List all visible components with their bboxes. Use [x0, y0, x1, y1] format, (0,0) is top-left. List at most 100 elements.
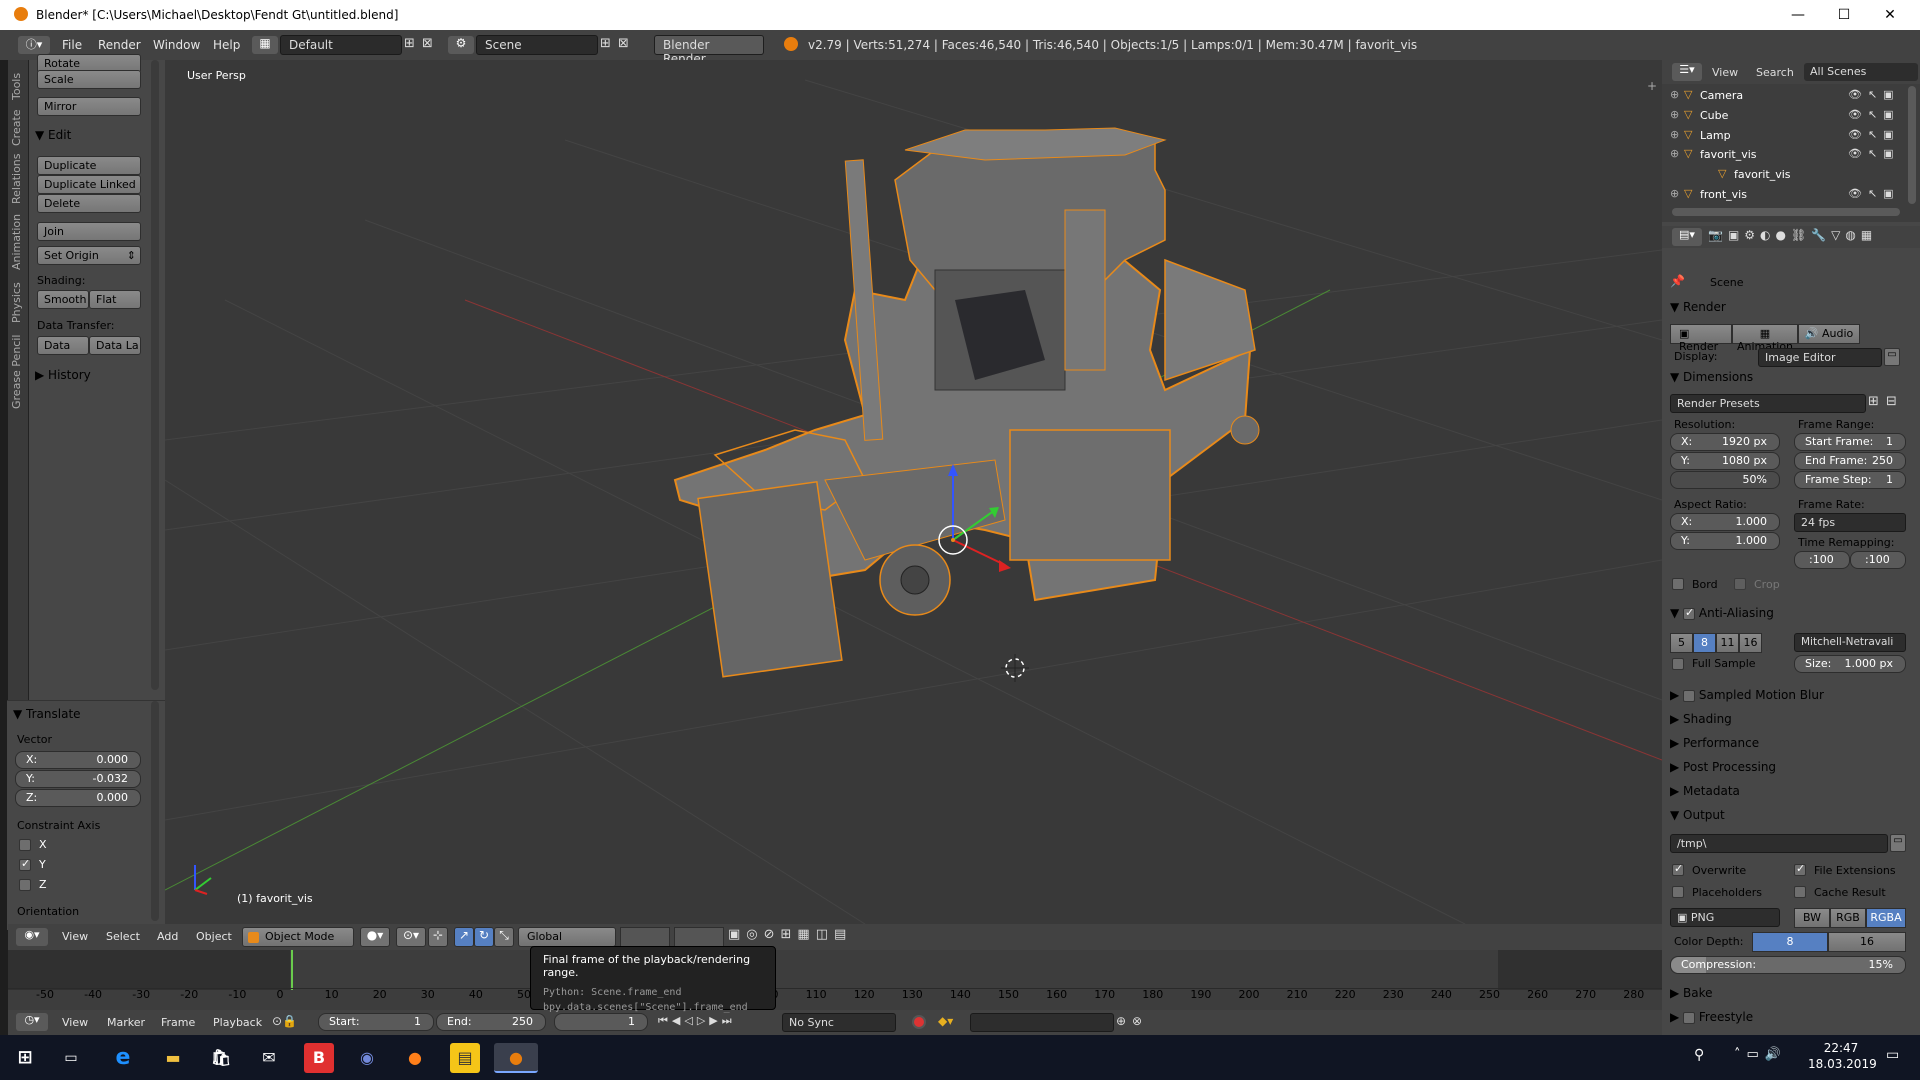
smooth-button[interactable]: Smooth: [37, 290, 89, 309]
store-icon[interactable]: 🛍: [206, 1043, 236, 1073]
viewport-plus-icon[interactable]: +: [1647, 79, 1657, 93]
3d-cursor[interactable]: [1001, 654, 1029, 682]
remap-old-field[interactable]: :100: [1794, 551, 1850, 569]
folder-icon[interactable]: ▭: [1890, 834, 1906, 852]
motion-blur-section-header[interactable]: ▶ Sampled Motion Blur: [1670, 688, 1824, 702]
task-view-icon[interactable]: ▭: [56, 1043, 86, 1073]
menu-view[interactable]: View: [62, 930, 88, 943]
layout-icon[interactable]: ▦: [252, 36, 278, 54]
cache-result-checkbox[interactable]: [1794, 886, 1806, 898]
start-frame-field[interactable]: Start: 1: [318, 1013, 434, 1031]
resolution-x-field[interactable]: X: 1920 px: [1670, 433, 1780, 451]
aa-sample-button[interactable]: 8: [1693, 633, 1716, 653]
current-frame-field[interactable]: 1: [554, 1013, 648, 1031]
add-scene-icon[interactable]: ⊞: [600, 36, 611, 51]
menu-select[interactable]: Select: [106, 930, 140, 943]
outliner-row[interactable]: ⊕ ▽ Cube 👁↖▣: [1662, 106, 1904, 126]
data-button[interactable]: Data: [37, 336, 89, 355]
anti-aliasing-checkbox[interactable]: [1683, 606, 1696, 620]
scale-manipulator-icon[interactable]: ⤡: [494, 927, 514, 947]
resolution-percentage-slider[interactable]: 50%: [1670, 471, 1780, 489]
layers-block-2[interactable]: [674, 927, 724, 947]
add-preset-icon[interactable]: ⊞: [1868, 394, 1879, 409]
3d-viewport[interactable]: + User Persp (1) favorit_vis: [165, 60, 1662, 924]
render-presets-dropdown[interactable]: Render Presets: [1670, 394, 1866, 413]
firefox-icon[interactable]: ●: [400, 1043, 430, 1073]
scene-icon[interactable]: ⚙: [448, 36, 474, 54]
translate-manipulator-icon[interactable]: ↗: [454, 927, 474, 947]
tab-create[interactable]: Create: [10, 108, 26, 148]
menu-window[interactable]: Window: [153, 38, 200, 52]
constraint-y-checkbox[interactable]: [19, 857, 31, 871]
vector-z-field[interactable]: Z: 0.000: [15, 789, 141, 807]
set-origin-dropdown[interactable]: Set Origin ⇕: [37, 246, 141, 265]
scale-button[interactable]: Scale: [37, 70, 141, 89]
playback-controls[interactable]: ⏮◀◁▷▶⏭: [658, 1014, 736, 1028]
anti-aliasing-section-header[interactable]: ▼ Anti-Aliasing: [1670, 606, 1774, 621]
history-panel-header[interactable]: ▶ History: [35, 368, 91, 382]
blender-taskbar-icon[interactable]: ●: [494, 1043, 538, 1073]
start-frame-field-prop[interactable]: Start Frame: 1: [1794, 433, 1906, 451]
mail-icon[interactable]: ✉: [254, 1043, 284, 1073]
post-processing-section-header[interactable]: ▶ Post Processing: [1670, 760, 1776, 774]
visibility-icons[interactable]: 👁↖▣: [1848, 147, 1900, 160]
outliner-row[interactable]: ⊕ ▽ Camera 👁↖▣: [1662, 86, 1904, 106]
expand-icon[interactable]: ⊕: [1670, 187, 1679, 200]
outliner-row[interactable]: ⊕ ▽ front_vis 👁↖▣: [1662, 185, 1904, 205]
end-frame-field[interactable]: End: 250: [436, 1013, 546, 1031]
pin-icon[interactable]: 📌: [1670, 274, 1685, 288]
outliner-menu-view[interactable]: View: [1712, 66, 1738, 79]
constraint-z-checkbox[interactable]: [19, 879, 31, 891]
tab-tools[interactable]: Tools: [10, 68, 26, 104]
performance-section-header[interactable]: ▶ Performance: [1670, 736, 1759, 750]
render-animation-button[interactable]: ▦ Animation: [1732, 324, 1798, 353]
timeline-menu-marker[interactable]: Marker: [107, 1016, 145, 1029]
outliner-type-icon[interactable]: ☰▾: [1672, 63, 1702, 81]
resolution-y-field[interactable]: Y: 1080 px: [1670, 452, 1780, 470]
mode-dropdown[interactable]: Object Mode: [242, 927, 354, 947]
aspect-x-field[interactable]: X: 1.000: [1670, 513, 1780, 531]
timeline-menu-frame[interactable]: Frame: [161, 1016, 195, 1029]
output-path-field[interactable]: /tmp\: [1670, 834, 1888, 853]
preview-range-icon[interactable]: ⊙🔒: [272, 1014, 297, 1028]
color-rgb-button[interactable]: RGB: [1830, 908, 1866, 928]
operator-scrollbar[interactable]: [151, 701, 159, 921]
outliner-vscrollbar[interactable]: [1908, 86, 1916, 204]
outliner-row[interactable]: ⊕ ▽ favorit_vis 👁↖▣: [1662, 145, 1904, 165]
editor-type-icon[interactable]: ⓘ▾: [18, 36, 50, 54]
duplicate-button[interactable]: Duplicate: [37, 156, 141, 175]
windows-start-icon[interactable]: ⊞: [10, 1043, 40, 1073]
record-icon[interactable]: [912, 1015, 926, 1029]
remove-scene-icon[interactable]: ⊠: [618, 36, 629, 51]
visibility-icons[interactable]: 👁↖▣: [1848, 187, 1900, 200]
outliner-scenes-dropdown[interactable]: All Scenes: [1804, 63, 1918, 81]
output-section-header[interactable]: ▼ Output: [1670, 808, 1725, 822]
depth-8-button[interactable]: 8: [1752, 932, 1828, 952]
clock-date[interactable]: 18.03.2019: [1808, 1057, 1877, 1071]
tab-physics[interactable]: Physics: [10, 278, 26, 328]
transform-orientation-dropdown[interactable]: Global: [518, 927, 616, 947]
remap-new-field[interactable]: :100: [1850, 551, 1906, 569]
display-dropdown[interactable]: Image Editor: [1758, 348, 1882, 367]
vector-y-field[interactable]: Y: -0.032: [15, 770, 141, 788]
sticky-app-icon[interactable]: ▤: [450, 1043, 480, 1073]
editor-type-timeline-icon[interactable]: ◷▾: [16, 1013, 48, 1031]
tractor-model[interactable]: [673, 127, 1260, 678]
lock-interface-icon[interactable]: ▭: [1884, 348, 1900, 366]
add-layout-icon[interactable]: ⊞: [404, 36, 415, 51]
aa-size-field[interactable]: Size: 1.000 px: [1794, 655, 1906, 673]
expand-icon[interactable]: ⊕: [1670, 88, 1679, 101]
manipulator-toggle-icon[interactable]: ⊹: [428, 927, 448, 947]
notifications-icon[interactable]: ▭: [1886, 1047, 1899, 1063]
clock-time[interactable]: 22:47: [1816, 1041, 1866, 1055]
layout-selector[interactable]: Default: [280, 35, 402, 55]
discord-icon[interactable]: ◉: [352, 1043, 382, 1073]
pivot-point-icon[interactable]: ⊙▾: [396, 927, 426, 947]
full-sample-checkbox[interactable]: [1672, 658, 1684, 670]
delete-keyframe-icon[interactable]: ⊗: [1132, 1014, 1142, 1028]
frame-step-field[interactable]: Frame Step: 1: [1794, 471, 1906, 489]
insert-keyframe-icon[interactable]: ⊕: [1116, 1014, 1126, 1028]
mirror-button[interactable]: Mirror: [37, 97, 141, 116]
edit-panel-header[interactable]: ▼ Edit: [35, 128, 71, 142]
scene-selector[interactable]: Scene: [476, 35, 598, 55]
